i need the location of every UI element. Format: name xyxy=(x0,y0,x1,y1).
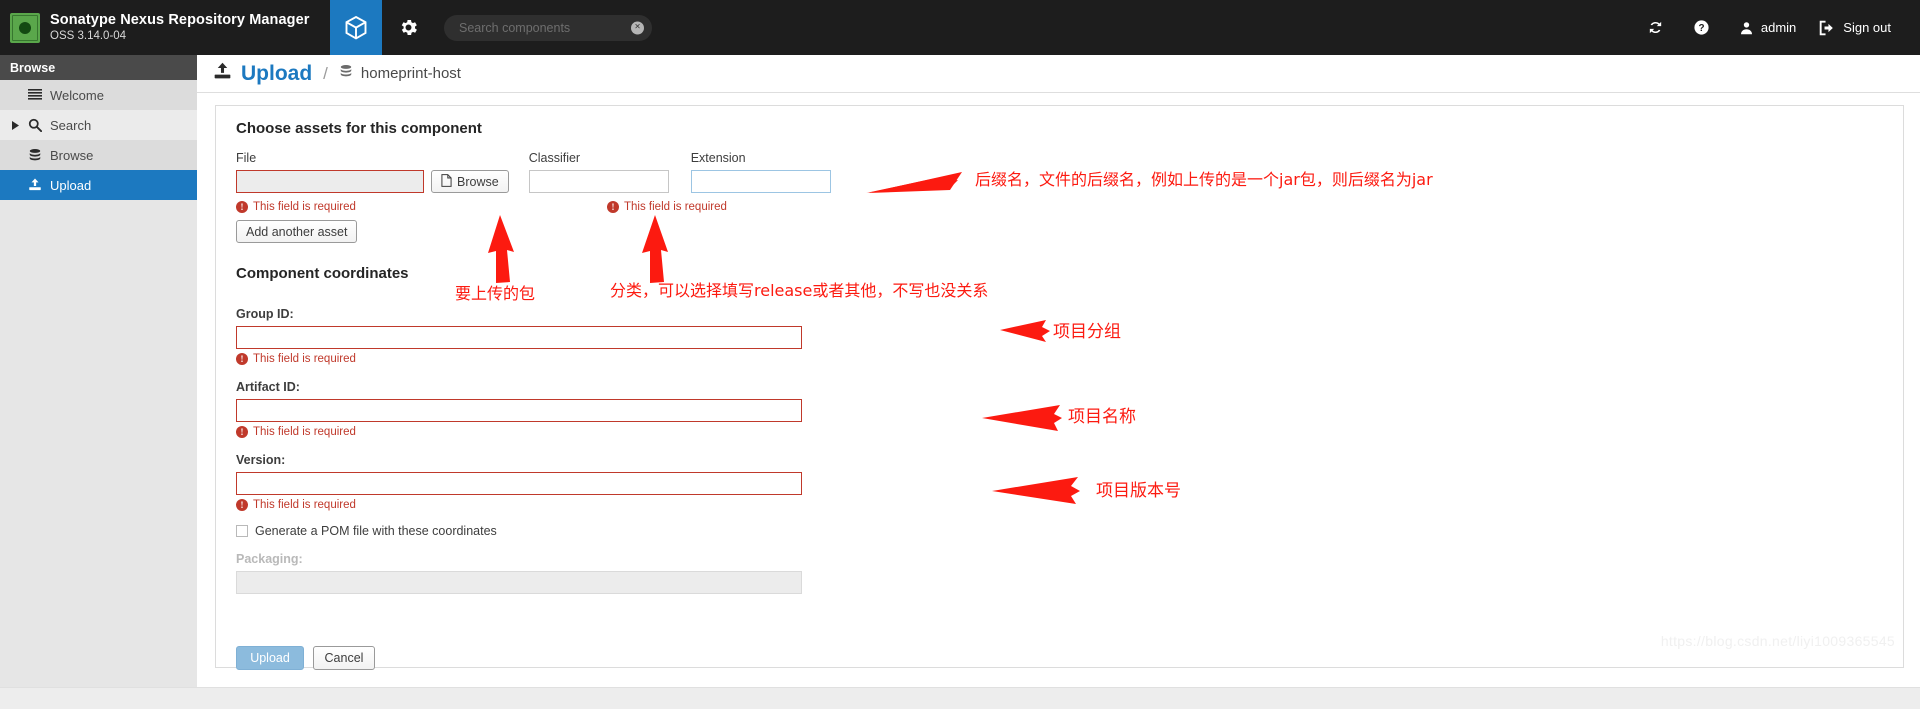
footer-bar xyxy=(0,687,1920,709)
annotation-version: 项目版本号 xyxy=(1096,481,1181,501)
annotation-arrows xyxy=(488,172,1080,504)
annotation-classifier: 分类，可以选择填写release或者其他，不写也没关系 xyxy=(610,281,989,300)
annotation-extension: 后缀名，文件的后缀名，例如上传的是一个jar包，则后缀名为jar xyxy=(975,170,1433,189)
annotation-group-id: 项目分组 xyxy=(1053,322,1121,342)
annotation-artifact-id: 项目名称 xyxy=(1068,407,1136,427)
annotation-file: 要上传的包 xyxy=(455,284,536,303)
